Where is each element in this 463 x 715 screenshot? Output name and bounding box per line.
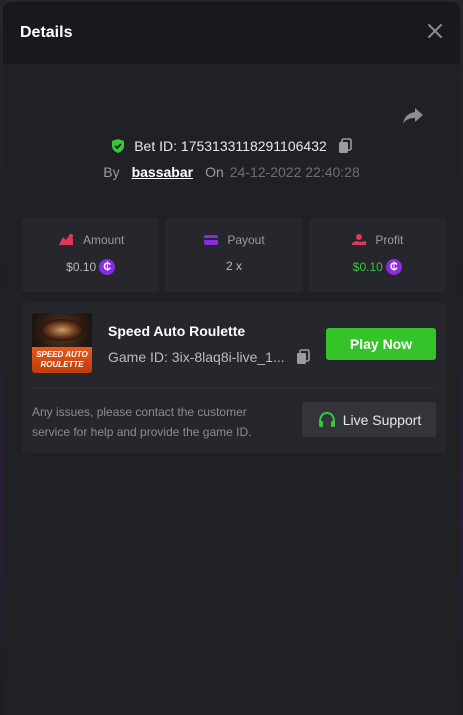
stat-value: $0.10 (352, 260, 383, 274)
profit-hand-icon (352, 234, 367, 245)
stat-label: Profit (375, 233, 404, 247)
game-thumbnail[interactable]: SPEED AUTO ROULETTE (32, 313, 92, 373)
modal-title: Details (20, 24, 73, 41)
coin-icon: ₵ (99, 259, 116, 275)
bet-id-row: Bet ID: 1753133118291106432 (3, 134, 460, 158)
copy-icon[interactable] (337, 138, 353, 154)
modal-header: Details (3, 2, 460, 64)
stat-label: Payout (227, 233, 265, 247)
game-id-text: Game ID: 3ix-8laq8i-live_1... (108, 349, 285, 365)
game-title: Speed Auto Roulette (108, 323, 246, 339)
bet-meta-row: By bassabar On 24-12-2022 22:40:28 (3, 160, 460, 184)
amount-icon (58, 234, 73, 245)
live-support-label: Live Support (342, 411, 422, 428)
stat-value: 2 x (225, 259, 242, 273)
share-icon[interactable] (401, 106, 425, 126)
roulette-wheel-icon (40, 319, 84, 341)
support-notice: Any issues, please contact the customer … (32, 405, 252, 439)
on-label: On (205, 164, 224, 180)
card-icon (204, 235, 219, 245)
stat-label: Amount (82, 233, 125, 247)
play-now-button[interactable]: Play Now (326, 328, 436, 360)
bet-datetime: 24-12-2022 22:40:28 (229, 164, 360, 180)
bet-id-text: Bet ID: 1753133118291106432 (134, 138, 327, 154)
headset-icon (318, 411, 335, 427)
stat-value: $0.10 (66, 260, 97, 274)
game-card: SPEED AUTO ROULETTE Speed Auto Roulette … (22, 303, 446, 453)
stat-profit: Profit $0.10 ₵ (308, 218, 446, 292)
by-label: By (103, 164, 120, 180)
coin-icon: ₵ (385, 259, 402, 275)
divider (32, 388, 436, 389)
copy-icon[interactable] (295, 349, 311, 365)
live-support-button[interactable]: Live Support (302, 402, 436, 437)
game-id-row: Game ID: 3ix-8laq8i-live_1... (108, 349, 311, 365)
close-icon[interactable] (424, 20, 446, 42)
details-modal: Details Bet ID: 1753133118291106432 By b… (3, 2, 460, 715)
thumbnail-banner: SPEED AUTO ROULETTE (32, 347, 92, 373)
verified-shield-icon (112, 139, 125, 153)
stat-payout: Payout 2 x (165, 218, 303, 292)
stat-amount: Amount $0.10 ₵ (22, 218, 160, 292)
username-link[interactable]: bassabar (132, 164, 193, 180)
bet-stats: Amount $0.10 ₵ Payout 2 x Profit $0.10 ₵ (22, 218, 446, 292)
